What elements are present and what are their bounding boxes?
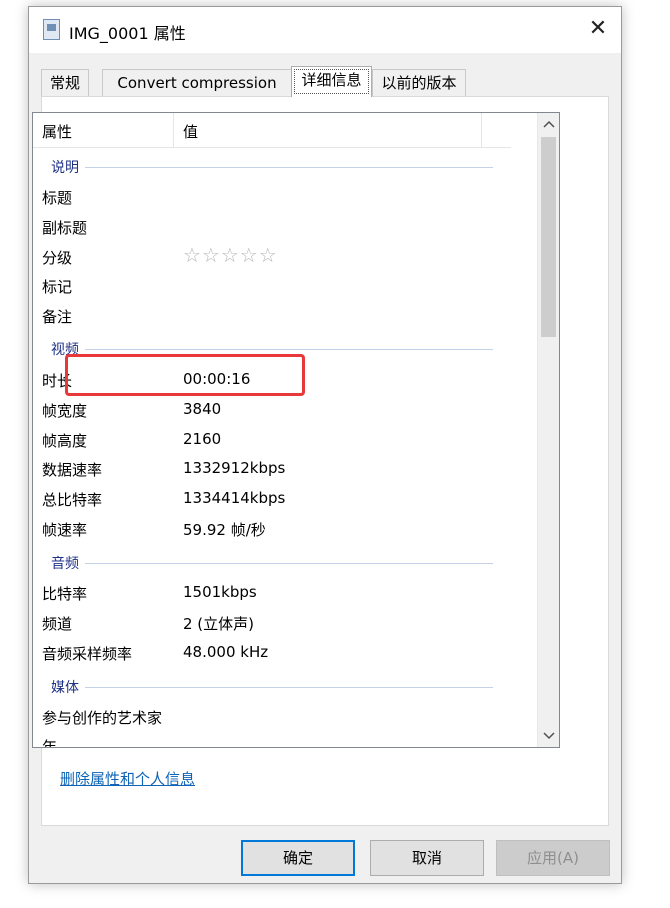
property-name: 数据速率 xyxy=(42,461,103,479)
title-bar: IMG_0001 属性 ✕ xyxy=(29,7,621,53)
property-name: 副标题 xyxy=(42,219,88,237)
rating-stars[interactable]: ☆☆☆☆☆ xyxy=(183,243,278,267)
scroll-up-button[interactable] xyxy=(538,113,559,135)
remove-properties-link[interactable]: 删除属性和个人信息 xyxy=(60,768,195,789)
scroll-thumb[interactable] xyxy=(541,137,556,337)
group-media: 媒体 xyxy=(33,677,511,697)
property-name: 备注 xyxy=(42,308,73,326)
list-header: 属性 值 xyxy=(33,113,511,148)
list-item[interactable]: 标题 xyxy=(33,183,511,209)
property-name: 标记 xyxy=(42,278,73,296)
property-value: 59.92 帧/秒 xyxy=(183,521,266,539)
cancel-button[interactable]: 取消 xyxy=(370,840,484,876)
group-title: 音频 xyxy=(51,553,85,573)
ok-button[interactable]: 确定 xyxy=(241,840,355,876)
column-divider[interactable] xyxy=(481,113,482,147)
list-item[interactable]: 年 xyxy=(33,732,511,748)
property-list[interactable]: 属性 值 说明 标题 副标题 分级 ☆☆☆☆☆ 标记 备注 视频 时长 00:0… xyxy=(32,112,560,748)
property-value: 3840 xyxy=(183,400,222,418)
property-name: 帧速率 xyxy=(42,521,88,539)
property-name: 参与创作的艺术家 xyxy=(42,709,163,727)
property-name: 帧高度 xyxy=(42,432,88,450)
tab-strip: 常规 Convert compression 详细信息 以前的版本 xyxy=(41,66,609,97)
property-name: 分级 xyxy=(42,249,73,267)
property-name: 音频采样频率 xyxy=(42,645,133,663)
property-value: 1334414kbps xyxy=(183,489,286,507)
property-value: 1501kbps xyxy=(183,583,257,601)
duration-highlight-box xyxy=(65,354,305,396)
list-item[interactable]: 数据速率 1332912kbps xyxy=(33,455,511,481)
close-button[interactable]: ✕ xyxy=(585,16,611,42)
group-rule xyxy=(51,563,493,564)
list-item[interactable]: 帧速率 59.92 帧/秒 xyxy=(33,515,511,541)
group-title: 说明 xyxy=(51,157,85,177)
property-name: 标题 xyxy=(42,189,73,207)
property-value: 1332912kbps xyxy=(183,459,286,477)
list-item[interactable]: 分级 ☆☆☆☆☆ xyxy=(33,243,511,269)
tab-previous-versions[interactable]: 以前的版本 xyxy=(372,69,466,96)
file-icon xyxy=(43,19,60,40)
tab-general[interactable]: 常规 xyxy=(41,69,89,96)
list-item[interactable]: 总比特率 1334414kbps xyxy=(33,485,511,511)
property-name: 年 xyxy=(42,738,58,748)
property-value: 2160 xyxy=(183,430,222,448)
group-rule xyxy=(51,349,493,350)
chevron-up-icon xyxy=(542,120,555,128)
column-header-property[interactable]: 属性 xyxy=(42,121,72,142)
apply-button[interactable]: 应用(A) xyxy=(496,840,610,876)
list-item[interactable]: 参与创作的艺术家 xyxy=(33,703,511,729)
property-name: 总比特率 xyxy=(42,491,103,509)
list-item[interactable]: 帧宽度 3840 xyxy=(33,396,511,422)
group-rule xyxy=(51,167,493,168)
list-item[interactable]: 音频采样频率 48.000 kHz xyxy=(33,639,511,665)
list-item[interactable]: 标记 xyxy=(33,272,511,298)
property-value: 2 (立体声) xyxy=(183,615,255,633)
group-description: 说明 xyxy=(33,157,511,177)
vertical-scrollbar[interactable] xyxy=(537,113,559,747)
list-item[interactable]: 副标题 xyxy=(33,213,511,239)
tab-convert-compression[interactable]: Convert compression xyxy=(102,69,292,96)
close-icon: ✕ xyxy=(588,16,608,41)
list-item[interactable]: 频道 2 (立体声) xyxy=(33,609,511,635)
window-title: IMG_0001 属性 xyxy=(69,24,186,43)
column-divider[interactable] xyxy=(173,113,174,147)
property-value: 48.000 kHz xyxy=(183,643,269,661)
group-rule xyxy=(51,687,493,688)
property-name: 帧宽度 xyxy=(42,402,88,420)
list-item[interactable]: 比特率 1501kbps xyxy=(33,579,511,605)
list-item[interactable]: 备注 xyxy=(33,302,511,328)
tab-details[interactable]: 详细信息 xyxy=(291,66,372,97)
property-name: 频道 xyxy=(42,615,73,633)
scroll-down-button[interactable] xyxy=(538,725,559,747)
property-name: 比特率 xyxy=(42,585,88,603)
list-item[interactable]: 帧高度 2160 xyxy=(33,426,511,452)
chevron-down-icon xyxy=(542,732,555,740)
group-audio: 音频 xyxy=(33,553,511,573)
column-header-value[interactable]: 值 xyxy=(183,121,198,142)
group-title: 媒体 xyxy=(51,677,85,697)
